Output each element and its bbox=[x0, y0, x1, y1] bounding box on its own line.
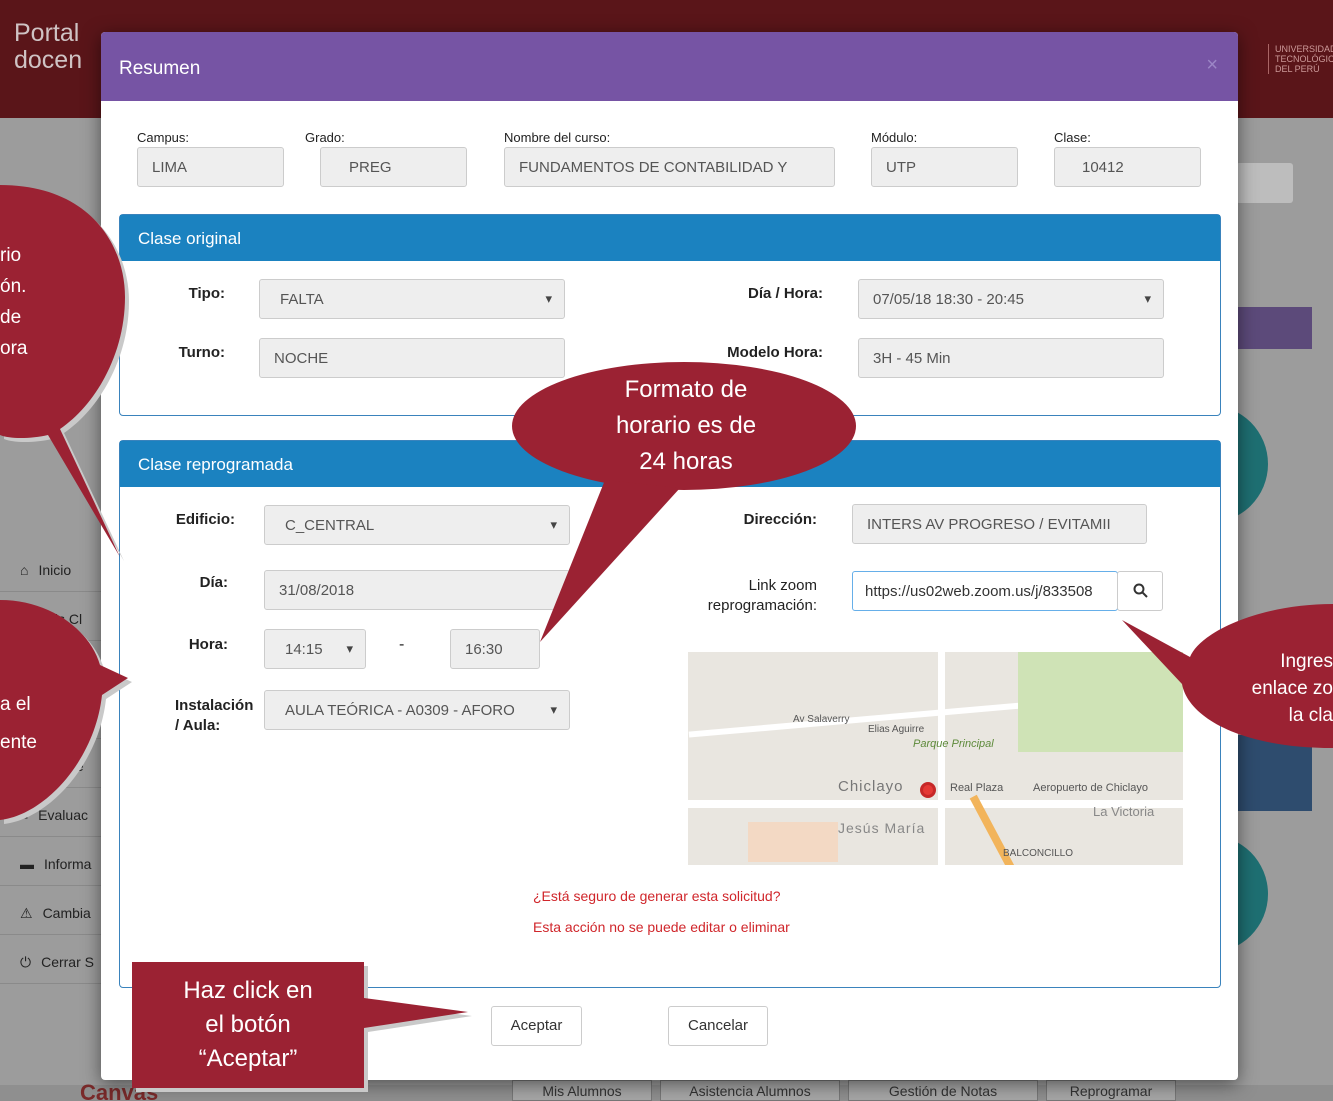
sidebar-item[interactable]: ⏻ Cerrar S bbox=[0, 940, 110, 984]
map-label: Parque Principal bbox=[913, 738, 994, 750]
hora-separator: - bbox=[399, 636, 405, 653]
callout-left-mid-text: a el ente bbox=[0, 694, 37, 753]
sidebar-item[interactable]: ▬ Informa bbox=[0, 842, 110, 886]
hora-inicio-select[interactable]: 14:15 bbox=[264, 629, 366, 669]
map-label: Jesús María bbox=[838, 820, 926, 836]
modal-title: Resumen bbox=[119, 58, 201, 79]
modelo-hora-field: 3H - 45 Min bbox=[858, 338, 1164, 378]
accept-button[interactable]: Aceptar bbox=[491, 1006, 582, 1046]
warning-message: Esta acción no se puede editar o elimina… bbox=[533, 919, 790, 935]
bg-purple-bar bbox=[1236, 307, 1312, 349]
callout-left-top-text: rio ón. de ora bbox=[0, 245, 28, 359]
dia-hora-label: Día / Hora: bbox=[747, 285, 823, 302]
warning-icon: ⚠ bbox=[20, 905, 33, 921]
confirm-message: ¿Está seguro de generar esta solicitud? bbox=[533, 888, 781, 904]
campus-label: Campus: bbox=[137, 130, 190, 145]
edificio-label: Edificio: bbox=[175, 511, 235, 528]
modulo-label: Módulo: bbox=[871, 130, 918, 145]
map-road bbox=[938, 652, 945, 865]
grado-label: Grado: bbox=[305, 130, 345, 145]
map-pin-icon bbox=[920, 782, 936, 798]
modal-header: Resumen × bbox=[101, 32, 1238, 101]
map-block bbox=[748, 822, 838, 862]
folder-icon: ▬ bbox=[20, 856, 34, 872]
cancel-button[interactable]: Cancelar bbox=[668, 1006, 768, 1046]
tipo-label: Tipo: bbox=[188, 285, 225, 302]
dia-label: Día: bbox=[199, 574, 228, 591]
sidebar-item-label: Cambia bbox=[42, 905, 91, 921]
portal-title: Portal docen bbox=[14, 19, 83, 74]
map-label: Chiclayo bbox=[838, 778, 904, 795]
panel-original-title: Clase original bbox=[120, 215, 1220, 261]
aula-label: Instalación / Aula: bbox=[175, 697, 254, 734]
sidebar-item-label: Informa bbox=[44, 856, 92, 872]
turno-label: Turno: bbox=[178, 344, 225, 361]
callout-ingresa: Ingres enlace zo la cla bbox=[1120, 602, 1333, 752]
magnifier-glyph bbox=[1133, 583, 1148, 598]
map-label: La Victoria bbox=[1093, 804, 1155, 819]
curso-field: FUNDAMENTOS DE CONTABILIDAD Y bbox=[504, 147, 835, 187]
sidebar-item[interactable]: ⚠ Cambia bbox=[0, 891, 110, 935]
footer-btn-reprogramar[interactable]: Reprogramar bbox=[1046, 1080, 1176, 1101]
map-label: Av Salaverry bbox=[793, 714, 850, 725]
curso-label: Nombre del curso: bbox=[504, 130, 611, 145]
map-label: Real Plaza bbox=[950, 782, 1004, 794]
campus-field: LIMA bbox=[137, 147, 284, 187]
grado-field: PREG bbox=[320, 147, 467, 187]
footer-btn-alumnos[interactable]: Mis Alumnos bbox=[512, 1080, 652, 1101]
power-icon: ⏻ bbox=[20, 954, 32, 970]
university-logo: UNIVERSIDAD TECNOLÓGICA DEL PERÚ bbox=[1268, 44, 1333, 74]
map-label: Aeropuerto de Chiclayo bbox=[1033, 782, 1148, 794]
hora-label: Hora: bbox=[188, 636, 228, 653]
footer-btn-notas[interactable]: Gestión de Notas bbox=[848, 1080, 1038, 1101]
dia-hora-select[interactable]: 07/05/18 18:30 - 20:45 bbox=[858, 279, 1164, 319]
sidebar-item-label: Cerrar S bbox=[41, 954, 94, 970]
aula-select[interactable]: AULA TEÓRICA - A0309 - AFORO bbox=[264, 690, 570, 730]
map-label: BALCONCILLO bbox=[1003, 848, 1074, 859]
map-label: Elias Aguirre bbox=[868, 724, 925, 735]
callout-haz-click-text: Haz click en el botón “Aceptar” bbox=[183, 977, 313, 1072]
clase-field: 10412 bbox=[1054, 147, 1201, 187]
location-map[interactable]: Chiclayo Real Plaza Aeropuerto de Chicla… bbox=[688, 652, 1183, 865]
close-icon[interactable]: × bbox=[1206, 54, 1218, 77]
callout-ingresa-text: Ingres enlace zo la cla bbox=[1251, 651, 1333, 726]
callout-haz-click: Haz click en el botón “Aceptar” bbox=[132, 962, 472, 1088]
bg-select bbox=[1236, 163, 1293, 203]
callout-left-mid: a el ente bbox=[0, 590, 135, 830]
tipo-select[interactable]: FALTA bbox=[259, 279, 565, 319]
footer-btn-asistencia[interactable]: Asistencia Alumnos bbox=[660, 1080, 840, 1101]
zoom-input[interactable]: https://us02web.zoom.us/j/833508 bbox=[852, 571, 1118, 611]
callout-formato: Formato de horario es de 24 horas bbox=[510, 360, 862, 660]
direccion-field: INTERS AV PROGRESO / EVITAMII bbox=[852, 504, 1147, 544]
callout-formato-text: Formato de horario es de 24 horas bbox=[615, 376, 757, 475]
modulo-field: UTP bbox=[871, 147, 1018, 187]
callout-left-top: rio ón. de ora bbox=[0, 185, 135, 565]
clase-label: Clase: bbox=[1054, 130, 1091, 145]
